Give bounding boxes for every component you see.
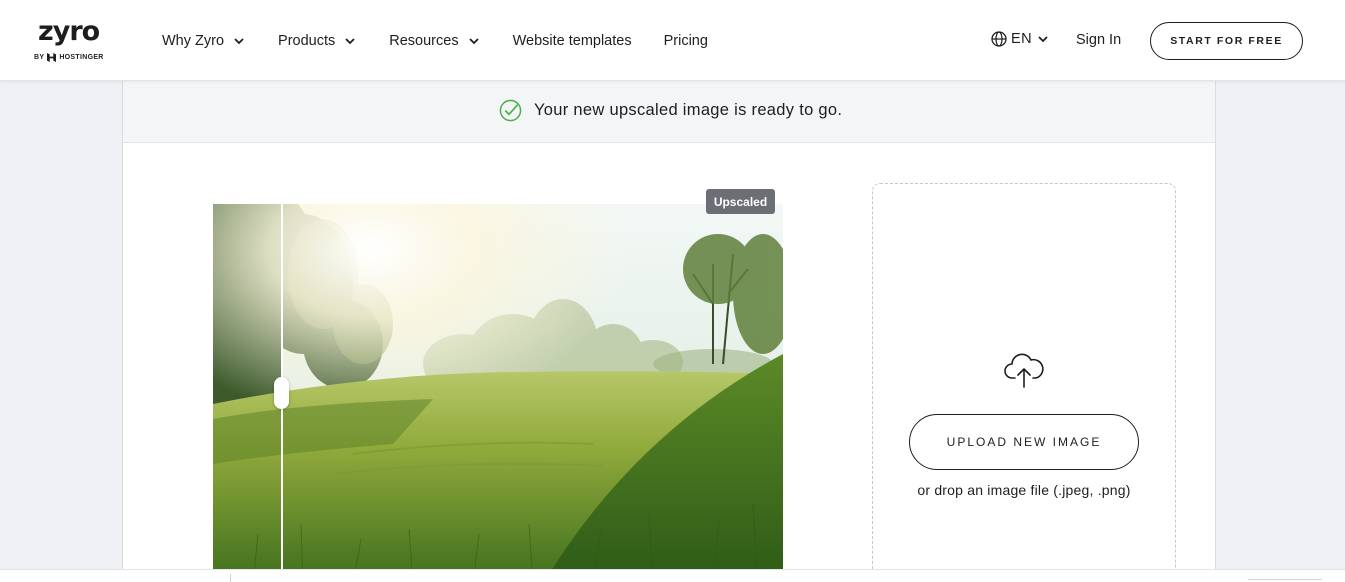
zyro-logo[interactable]: zyro BY HOSTINGER xyxy=(34,17,114,65)
start-for-free-button[interactable]: START FOR FREE xyxy=(1150,22,1303,60)
divider-mark xyxy=(230,574,231,582)
nav-label: Products xyxy=(278,33,336,49)
globe-icon xyxy=(991,31,1007,47)
comparison-slider-handle[interactable] xyxy=(274,377,289,409)
nav-website-templates[interactable]: Website templates xyxy=(513,30,632,52)
banner-message: Your new upscaled image is ready to go. xyxy=(534,101,843,119)
logo-brand-text: HOSTINGER xyxy=(59,54,104,61)
main-nav: Why Zyro Products Resources Website temp… xyxy=(162,30,740,52)
logo-tagline: BY HOSTINGER xyxy=(34,53,104,62)
divider-mark xyxy=(1248,579,1322,580)
nav-label: Why Zyro xyxy=(162,33,225,49)
footer-strip xyxy=(0,569,1345,582)
cloud-upload-icon xyxy=(1004,353,1044,388)
meadow-image xyxy=(213,204,783,582)
nav-products[interactable]: Products xyxy=(278,30,357,52)
chevron-down-icon xyxy=(468,38,479,45)
site-header: zyro BY HOSTINGER Why Zyro Products Reso… xyxy=(0,0,1345,81)
success-banner: Your new upscaled image is ready to go. xyxy=(123,73,1215,143)
logo-wordmark: zyro xyxy=(38,16,100,47)
chevron-down-icon xyxy=(234,38,244,45)
check-circle-icon xyxy=(499,99,522,122)
nav-resources[interactable]: Resources xyxy=(389,30,480,52)
image-comparison[interactable] xyxy=(213,204,783,582)
nav-label: Website templates xyxy=(512,33,632,49)
upload-dropzone[interactable]: UPLOAD NEW IMAGE or drop an image file (… xyxy=(872,183,1176,582)
nav-label: Resources xyxy=(389,33,459,49)
chevron-down-icon xyxy=(1038,36,1048,43)
upscaler-card: Your new upscaled image is ready to go. xyxy=(122,72,1216,582)
banner-content: Your new upscaled image is ready to go. xyxy=(499,99,842,122)
nav-pricing[interactable]: Pricing xyxy=(664,30,708,52)
sign-in-link[interactable]: Sign In xyxy=(1076,32,1121,48)
nav-label: Pricing xyxy=(663,33,708,49)
hostinger-icon xyxy=(47,53,57,62)
language-selector[interactable]: EN xyxy=(991,31,1050,47)
upscaled-tag: Upscaled xyxy=(706,189,775,214)
upload-new-image-button[interactable]: UPLOAD NEW IMAGE xyxy=(909,414,1139,470)
drop-hint: or drop an image file (.jpeg, .png) xyxy=(917,482,1131,498)
logo-by-text: BY xyxy=(34,54,45,61)
chevron-down-icon xyxy=(345,38,355,45)
nav-why-zyro[interactable]: Why Zyro xyxy=(162,30,246,52)
language-label: EN xyxy=(1011,31,1033,47)
